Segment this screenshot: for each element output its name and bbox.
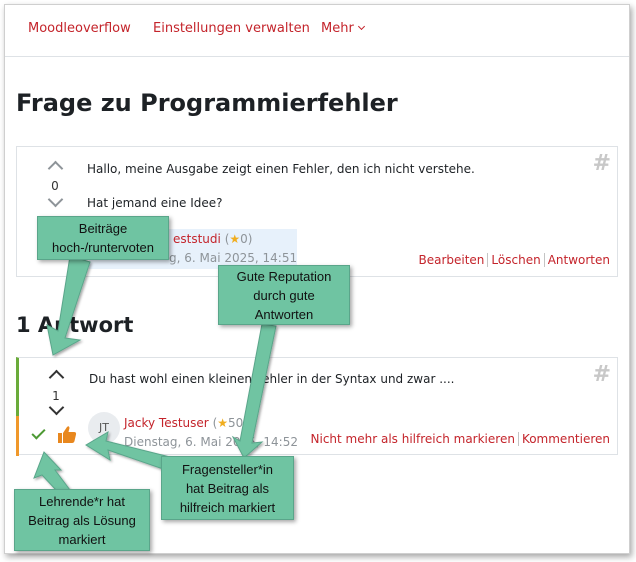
callout-helpful-text: Fragensteller*in hat Beitrag als hilfrei… bbox=[179, 461, 276, 515]
callout-solution-text: Lehrende*r hat Beitrag als Lösung markie… bbox=[28, 493, 136, 547]
reputation-arrow bbox=[231, 323, 277, 459]
callout-solution: Lehrende*r hat Beitrag als Lösung markie… bbox=[14, 489, 150, 551]
callout-helpful: Fragensteller*in hat Beitrag als hilfrei… bbox=[161, 456, 294, 520]
helpful-arrow bbox=[85, 430, 171, 471]
solution-arrow bbox=[33, 451, 71, 491]
callout-reputation: Gute Reputation durch gute Antworten bbox=[218, 265, 350, 325]
callout-votes: Beiträge hoch-/runtervoten bbox=[37, 216, 169, 260]
votes-arrow bbox=[46, 255, 91, 356]
callout-votes-text: Beiträge hoch-/runtervoten bbox=[52, 221, 154, 255]
callout-reputation-text: Gute Reputation durch gute Antworten bbox=[236, 268, 332, 322]
annotation-overlay: Beiträge hoch-/runtervoten Gute Reputati… bbox=[0, 0, 636, 562]
